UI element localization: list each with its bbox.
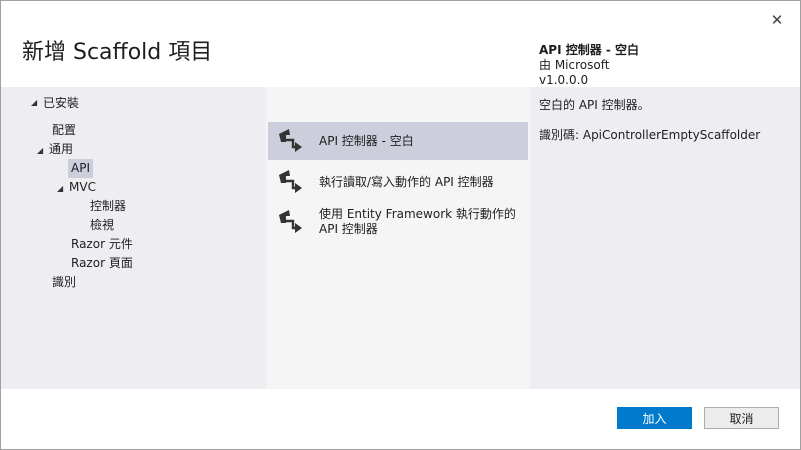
details-panel: API 控制器 - 空白 由 Microsoft v1.0.0.0 空白的 AP… <box>539 43 794 143</box>
template-item-api-entity-framework[interactable]: 使用 Entity Framework 執行動作的 API 控制器 <box>268 203 528 241</box>
tree-item-view[interactable]: 檢視 <box>90 216 114 235</box>
add-scaffold-dialog: 新增 Scaffold 項目 ✕ ◢ 已安裝 配置 ◢ 通用 API ◢ MVC 控… <box>0 0 801 450</box>
collapse-arrow-icon[interactable]: ◢ <box>57 179 69 198</box>
close-icon[interactable]: ✕ <box>768 11 786 29</box>
detail-name: API 控制器 - 空白 <box>539 43 640 57</box>
tree-item-identity[interactable]: 識別 <box>52 273 76 292</box>
tree-root-installed[interactable]: ◢ 已安裝 <box>31 94 79 111</box>
tree-item-common[interactable]: ◢ 通用 <box>37 140 73 159</box>
cancel-button[interactable]: 取消 <box>704 407 779 429</box>
tree-item-mvc[interactable]: ◢ MVC <box>57 178 96 197</box>
dialog-title: 新增 Scaffold 項目 <box>22 40 213 65</box>
detail-publisher: 由 Microsoft <box>539 58 610 72</box>
tree-root-label: 已安裝 <box>43 96 80 110</box>
tree-item-razor-component[interactable]: Razor 元件 <box>71 235 133 254</box>
tree-item-api[interactable]: API <box>68 159 93 178</box>
tree-item-config[interactable]: 配置 <box>52 121 76 140</box>
template-list: API 控制器 - 空白 執行讀取/寫入動作的 API 控制器 使用 Entit… <box>266 87 530 389</box>
scaffold-controller-icon <box>279 129 302 152</box>
template-item-api-empty[interactable]: API 控制器 - 空白 <box>268 122 528 160</box>
collapse-arrow-icon[interactable]: ◢ <box>37 141 49 160</box>
add-button[interactable]: 加入 <box>617 407 692 429</box>
collapse-arrow-icon[interactable]: ◢ <box>31 98 43 107</box>
template-item-label: 使用 Entity Framework 執行動作的 API 控制器 <box>319 207 516 236</box>
detail-id: 識別碼: ApiControllerEmptyScaffolder <box>539 128 761 142</box>
template-item-api-read-write[interactable]: 執行讀取/寫入動作的 API 控制器 <box>268 163 528 201</box>
scaffold-controller-icon <box>279 210 302 233</box>
scaffold-controller-icon <box>279 170 302 193</box>
tree-item-mvc-label: MVC <box>69 180 96 194</box>
template-item-label: API 控制器 - 空白 <box>319 133 414 148</box>
template-item-label: 執行讀取/寫入動作的 API 控制器 <box>319 174 494 189</box>
tree-item-common-label: 通用 <box>49 142 74 156</box>
detail-version: v1.0.0.0 <box>539 73 589 87</box>
detail-description: 空白的 API 控制器。 <box>539 98 650 112</box>
dialog-footer: 加入 取消 <box>1 389 800 449</box>
tree-item-razor-page[interactable]: Razor 頁面 <box>71 254 133 273</box>
tree-item-controller[interactable]: 控制器 <box>90 197 126 216</box>
